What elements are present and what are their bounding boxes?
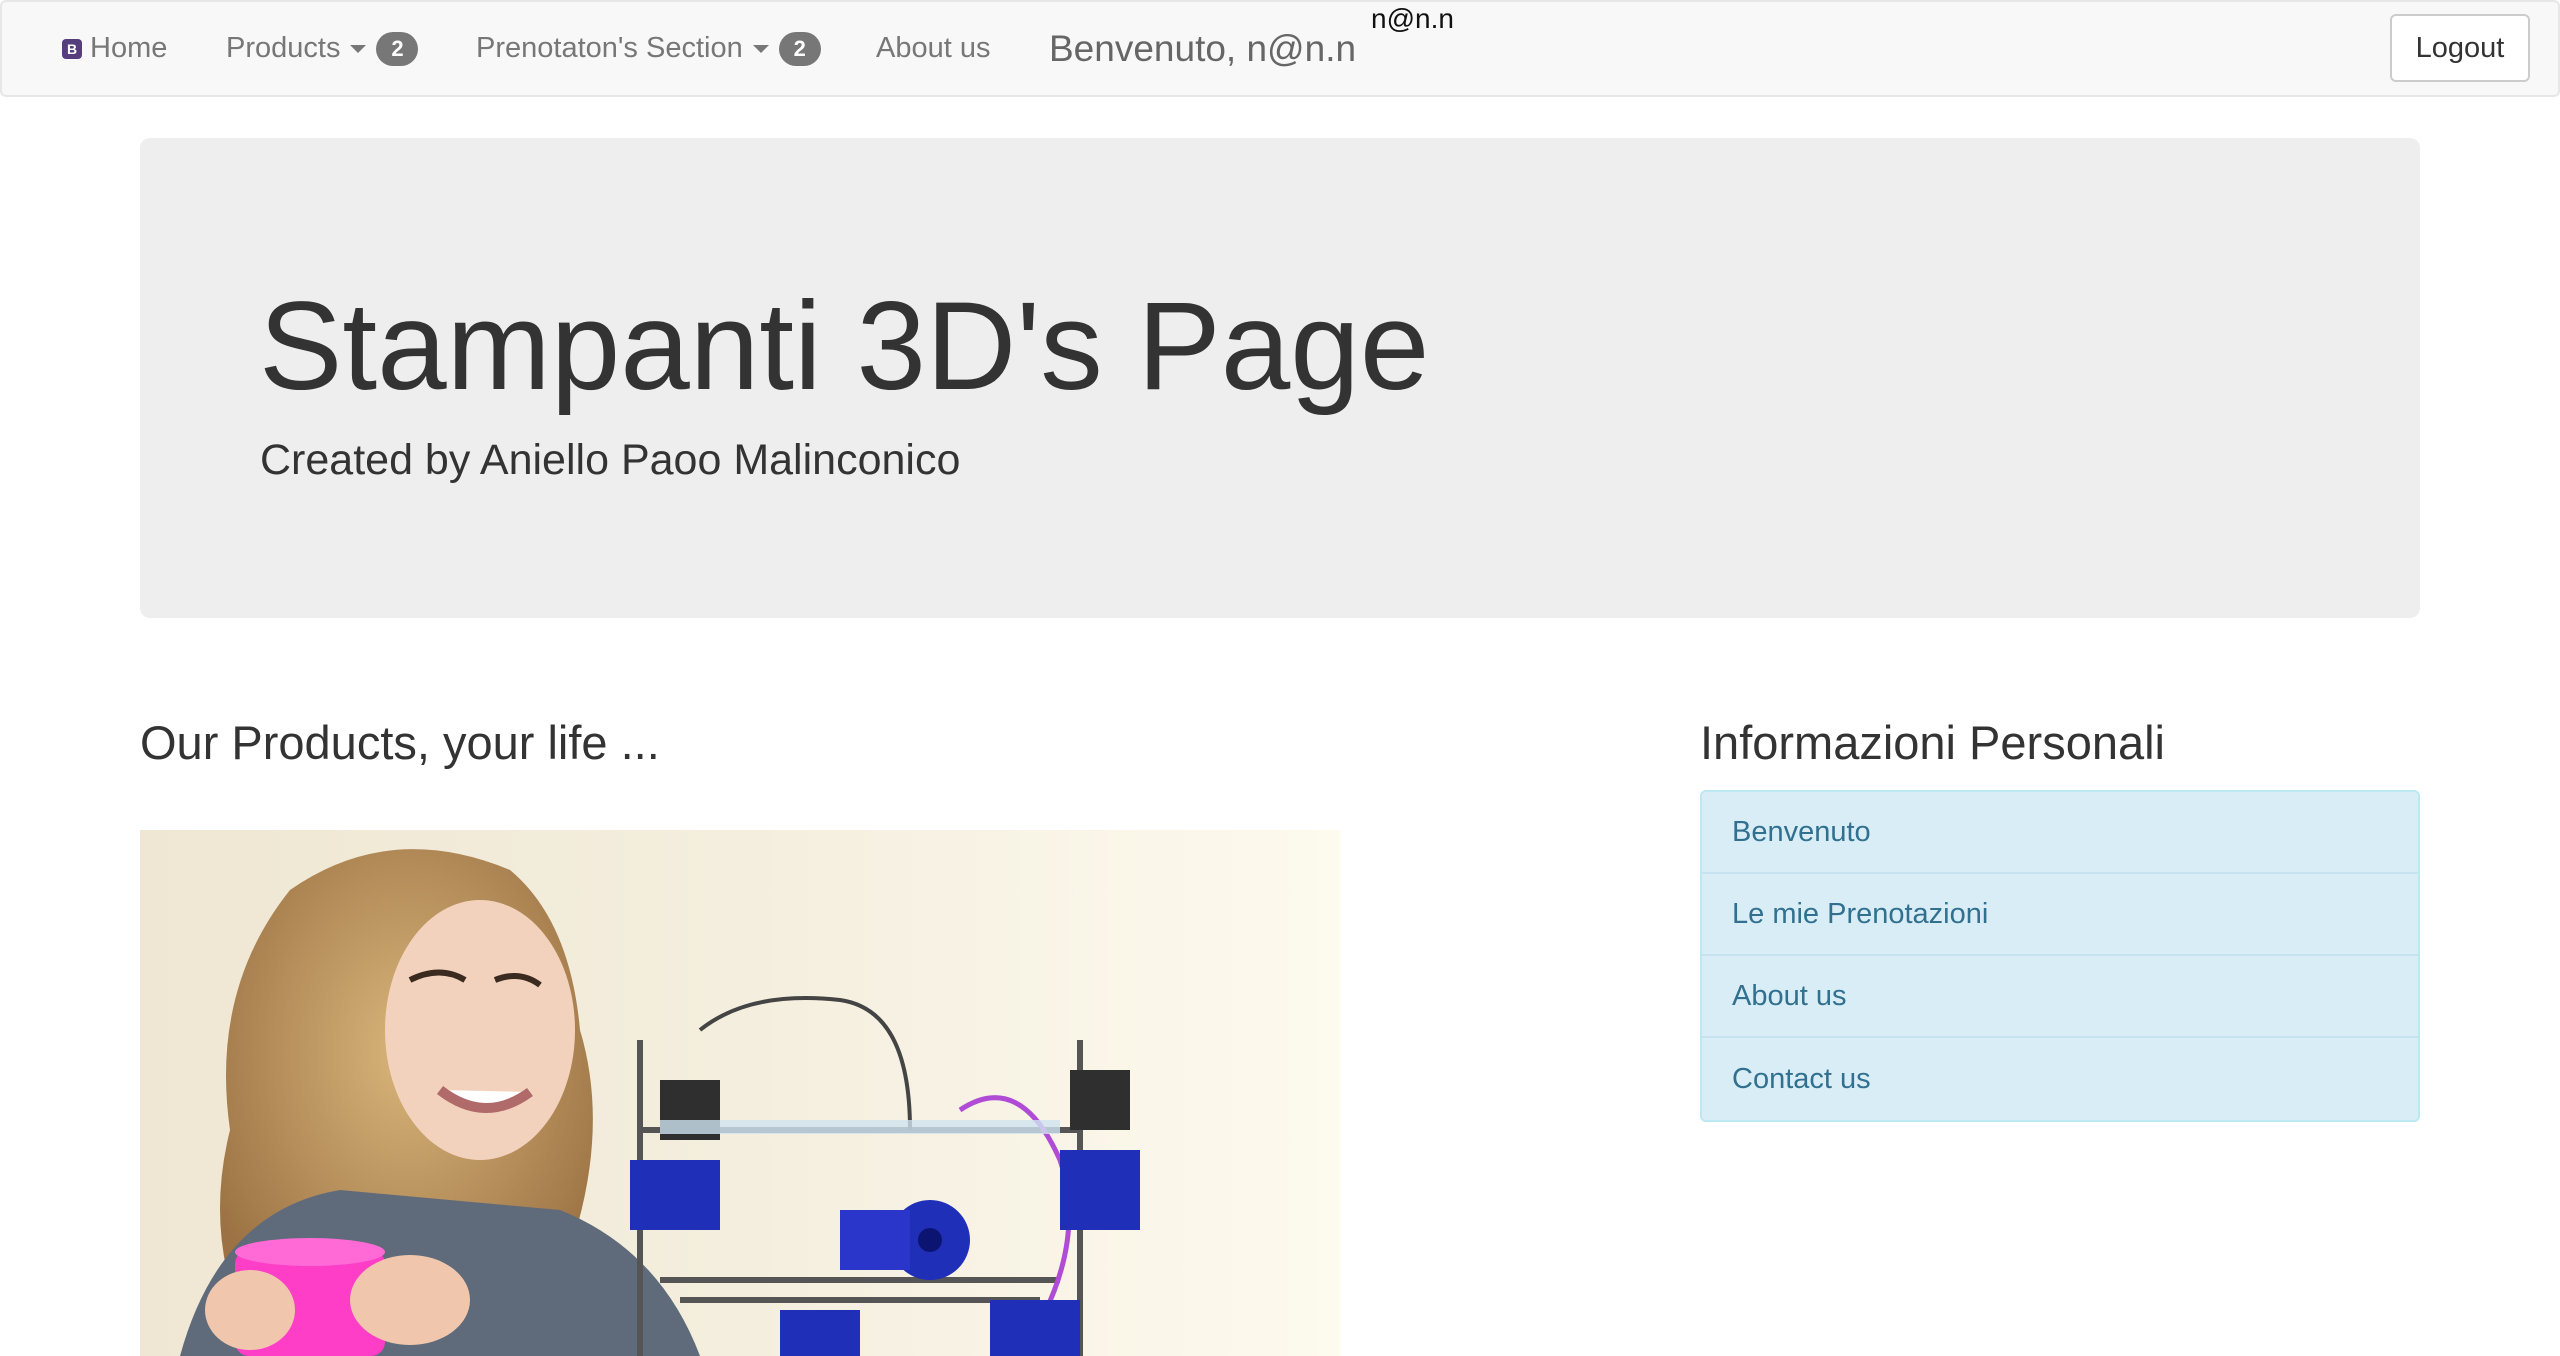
reservations-count-badge: 2 xyxy=(778,31,821,66)
products-heading: Our Products, your life ... xyxy=(140,716,660,769)
personal-info-list: Benvenuto Le mie Prenotazioni About us C… xyxy=(1700,790,2420,1122)
product-photo xyxy=(140,830,1340,1356)
nav-about-label: About us xyxy=(876,32,991,64)
list-item-about[interactable]: About us xyxy=(1702,956,2418,1038)
caret-down-icon xyxy=(350,44,367,53)
bootstrap-icon: B xyxy=(62,38,82,59)
nav-products-label: Products xyxy=(226,32,341,64)
products-count-badge: 2 xyxy=(376,31,419,66)
nav-reservations-label: Prenotaton's Section xyxy=(476,32,743,64)
3d-printer-photo-illustration xyxy=(140,830,1340,1356)
caret-down-icon xyxy=(752,44,769,53)
list-item-benvenuto[interactable]: Benvenuto xyxy=(1702,792,2418,874)
jumbotron: Stampanti 3D's Page Created by Aniello P… xyxy=(140,138,2420,618)
user-email-label: n@n.n xyxy=(1371,3,1454,34)
nav-home-link[interactable]: B Home xyxy=(62,2,167,95)
page-subtitle: Created by Aniello Paoo Malinconico xyxy=(260,436,961,484)
list-item-contact[interactable]: Contact us xyxy=(1702,1038,2418,1120)
list-item-prenotazioni[interactable]: Le mie Prenotazioni xyxy=(1702,874,2418,956)
top-navbar: B Home Products 2 Prenotaton's Section 2… xyxy=(0,0,2560,97)
welcome-text: Benvenuto, n@n.n xyxy=(1049,27,1357,69)
page-title: Stampanti 3D's Page xyxy=(259,277,1430,416)
nav-about-link[interactable]: About us xyxy=(876,2,990,95)
nav-home-label: Home xyxy=(90,32,168,64)
logout-button[interactable]: Logout xyxy=(2390,14,2530,82)
personal-info-heading: Informazioni Personali xyxy=(1700,716,2165,769)
nav-reservations-dropdown[interactable]: Prenotaton's Section 2 xyxy=(476,2,821,95)
nav-products-dropdown[interactable]: Products 2 xyxy=(226,2,419,95)
